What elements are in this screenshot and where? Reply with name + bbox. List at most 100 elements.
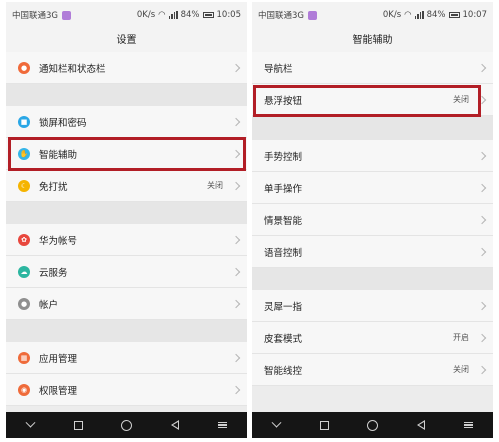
settings-item-permission[interactable]: ◉ 权限管理 <box>6 374 247 406</box>
chevron-right-icon <box>477 247 487 256</box>
settings-item-lockscreen[interactable]: ■ 锁屏和密码 <box>6 106 247 138</box>
battery-icon <box>448 12 460 18</box>
navigation-bar <box>252 412 493 438</box>
settings-item-cloud[interactable]: ☁ 云服务 <box>6 256 247 288</box>
chevron-right-icon <box>231 149 241 158</box>
assist-item-one-hand[interactable]: 单手操作 <box>252 172 493 204</box>
assist-item-cover-mode[interactable]: 皮套模式 开启 <box>252 322 493 354</box>
nav-home-button[interactable] <box>362 415 382 435</box>
settings-item-label: 通知栏和状态栏 <box>39 63 106 75</box>
battery-percent: 84% <box>180 10 200 20</box>
assist-item-knuckle[interactable]: 灵犀一指 <box>252 290 493 322</box>
settings-list: ● 通知栏和状态栏 ■ 锁屏和密码 ✋ 智能辅助 ☾ 免打扰 关闭 ✿ 华为帐号… <box>6 52 247 406</box>
assist-item-label: 情景智能 <box>264 215 303 227</box>
huawei-icon: ✿ <box>18 233 30 246</box>
settings-item-do-not-disturb[interactable]: ☾ 免打扰 关闭 <box>6 170 247 202</box>
assist-item-floating-button[interactable]: 悬浮按钮 关闭 <box>252 84 493 116</box>
settings-item-apps[interactable]: ▦ 应用管理 <box>6 342 247 374</box>
assist-item-wire-control[interactable]: 智能线控 关闭 <box>252 354 493 386</box>
assist-item-label: 灵犀一指 <box>264 301 303 313</box>
assist-item-value: 开启 <box>453 333 469 342</box>
network-speed: 0K/s <box>382 10 402 20</box>
chevron-right-icon <box>231 385 241 394</box>
circle-icon <box>366 419 378 431</box>
assist-item-label: 导航栏 <box>264 63 293 75</box>
assist-item-value: 关闭 <box>453 365 469 374</box>
moon-icon: ☾ <box>18 179 30 192</box>
account-icon: ● <box>18 297 30 310</box>
back-triangle-icon <box>416 420 425 430</box>
wifi-icon: ◠ <box>158 10 166 20</box>
page-title: 智能辅助 <box>252 28 493 54</box>
left-phone-screen: 中国联通3G 0K/s ◠ 84% 10:05 设置 ● 通知栏和状态栏 ■ 锁… <box>6 2 247 438</box>
settings-item-value: 关闭 <box>207 181 223 190</box>
carrier-name: 中国联通3G <box>258 11 304 21</box>
status-bar: 中国联通3G 0K/s ◠ 84% 10:07 <box>252 2 493 28</box>
assist-item-gesture-control[interactable]: 手势控制 <box>252 140 493 172</box>
signal-icon <box>414 11 424 19</box>
chevron-right-icon <box>231 117 241 126</box>
status-bar: 中国联通3G 0K/s ◠ 84% 10:05 <box>6 2 247 28</box>
right-phone-screen: 中国联通3G 0K/s ◠ 84% 10:07 智能辅助 导航栏 悬浮按钮 关闭 <box>252 2 493 438</box>
signal-icon <box>168 11 178 19</box>
nav-back-button[interactable] <box>165 415 185 435</box>
chevron-right-icon <box>231 299 241 308</box>
chevron-right-icon <box>477 63 487 72</box>
chevron-right-icon <box>477 333 487 342</box>
settings-item-label: 帐户 <box>39 299 59 311</box>
clock: 10:07 <box>462 10 488 20</box>
chevron-down-icon <box>25 417 36 428</box>
network-speed: 0K/s <box>136 10 156 20</box>
page-title: 设置 <box>6 28 247 54</box>
nav-home-button[interactable] <box>116 415 136 435</box>
assist-item-navbar[interactable]: 导航栏 <box>252 52 493 84</box>
assist-item-voice-control[interactable]: 语音控制 <box>252 236 493 268</box>
chevron-right-icon <box>477 183 487 192</box>
sim-badge-icon <box>308 10 317 20</box>
settings-item-label: 锁屏和密码 <box>39 117 87 129</box>
apps-icon: ▦ <box>18 351 30 364</box>
navigation-bar <box>6 412 247 438</box>
nav-down-button[interactable] <box>266 415 286 435</box>
settings-item-label: 云服务 <box>39 267 68 279</box>
chevron-right-icon <box>477 215 487 224</box>
assist-item-label: 智能线控 <box>264 365 303 377</box>
nav-menu-button[interactable] <box>459 415 479 435</box>
square-icon <box>73 420 83 430</box>
settings-item-label: 华为帐号 <box>39 235 78 247</box>
assist-icon: ✋ <box>18 147 30 160</box>
cloud-icon: ☁ <box>18 265 30 278</box>
chevron-right-icon <box>231 267 241 276</box>
settings-item-huawei-account[interactable]: ✿ 华为帐号 <box>6 224 247 256</box>
chevron-right-icon <box>231 63 241 72</box>
nav-menu-button[interactable] <box>213 415 233 435</box>
sim-badge-icon <box>62 10 71 20</box>
chevron-right-icon <box>231 181 241 190</box>
notification-pull-icon <box>213 415 233 435</box>
settings-item-account[interactable]: ● 帐户 <box>6 288 247 320</box>
assist-item-scene-smart[interactable]: 情景智能 <box>252 204 493 236</box>
settings-item-label: 应用管理 <box>39 353 78 365</box>
lock-icon: ■ <box>18 115 30 128</box>
carrier-name: 中国联通3G <box>12 11 58 21</box>
settings-item-label: 免打扰 <box>39 181 68 193</box>
wifi-icon: ◠ <box>404 10 412 20</box>
assist-item-label: 皮套模式 <box>264 333 303 345</box>
assist-item-label: 手势控制 <box>264 151 303 163</box>
circle-icon <box>120 419 132 431</box>
nav-back-button[interactable] <box>411 415 431 435</box>
smart-assist-list: 导航栏 悬浮按钮 关闭 手势控制 单手操作 情景智能 语音控制 灵犀一指 皮套模… <box>252 52 493 386</box>
settings-item-notification[interactable]: ● 通知栏和状态栏 <box>6 52 247 84</box>
settings-item-smart-assist[interactable]: ✋ 智能辅助 <box>6 138 247 170</box>
assist-item-label: 悬浮按钮 <box>264 95 303 107</box>
chevron-right-icon <box>477 365 487 374</box>
settings-item-label: 智能辅助 <box>39 149 78 161</box>
nav-recent-button[interactable] <box>314 415 334 435</box>
settings-item-label: 权限管理 <box>39 385 78 397</box>
permission-icon: ◉ <box>18 383 30 396</box>
chevron-right-icon <box>231 235 241 244</box>
nav-recent-button[interactable] <box>68 415 88 435</box>
screenshot-frame: 中国联通3G 0K/s ◠ 84% 10:05 设置 ● 通知栏和状态栏 ■ 锁… <box>0 0 499 442</box>
battery-icon <box>202 12 214 18</box>
nav-down-button[interactable] <box>20 415 40 435</box>
